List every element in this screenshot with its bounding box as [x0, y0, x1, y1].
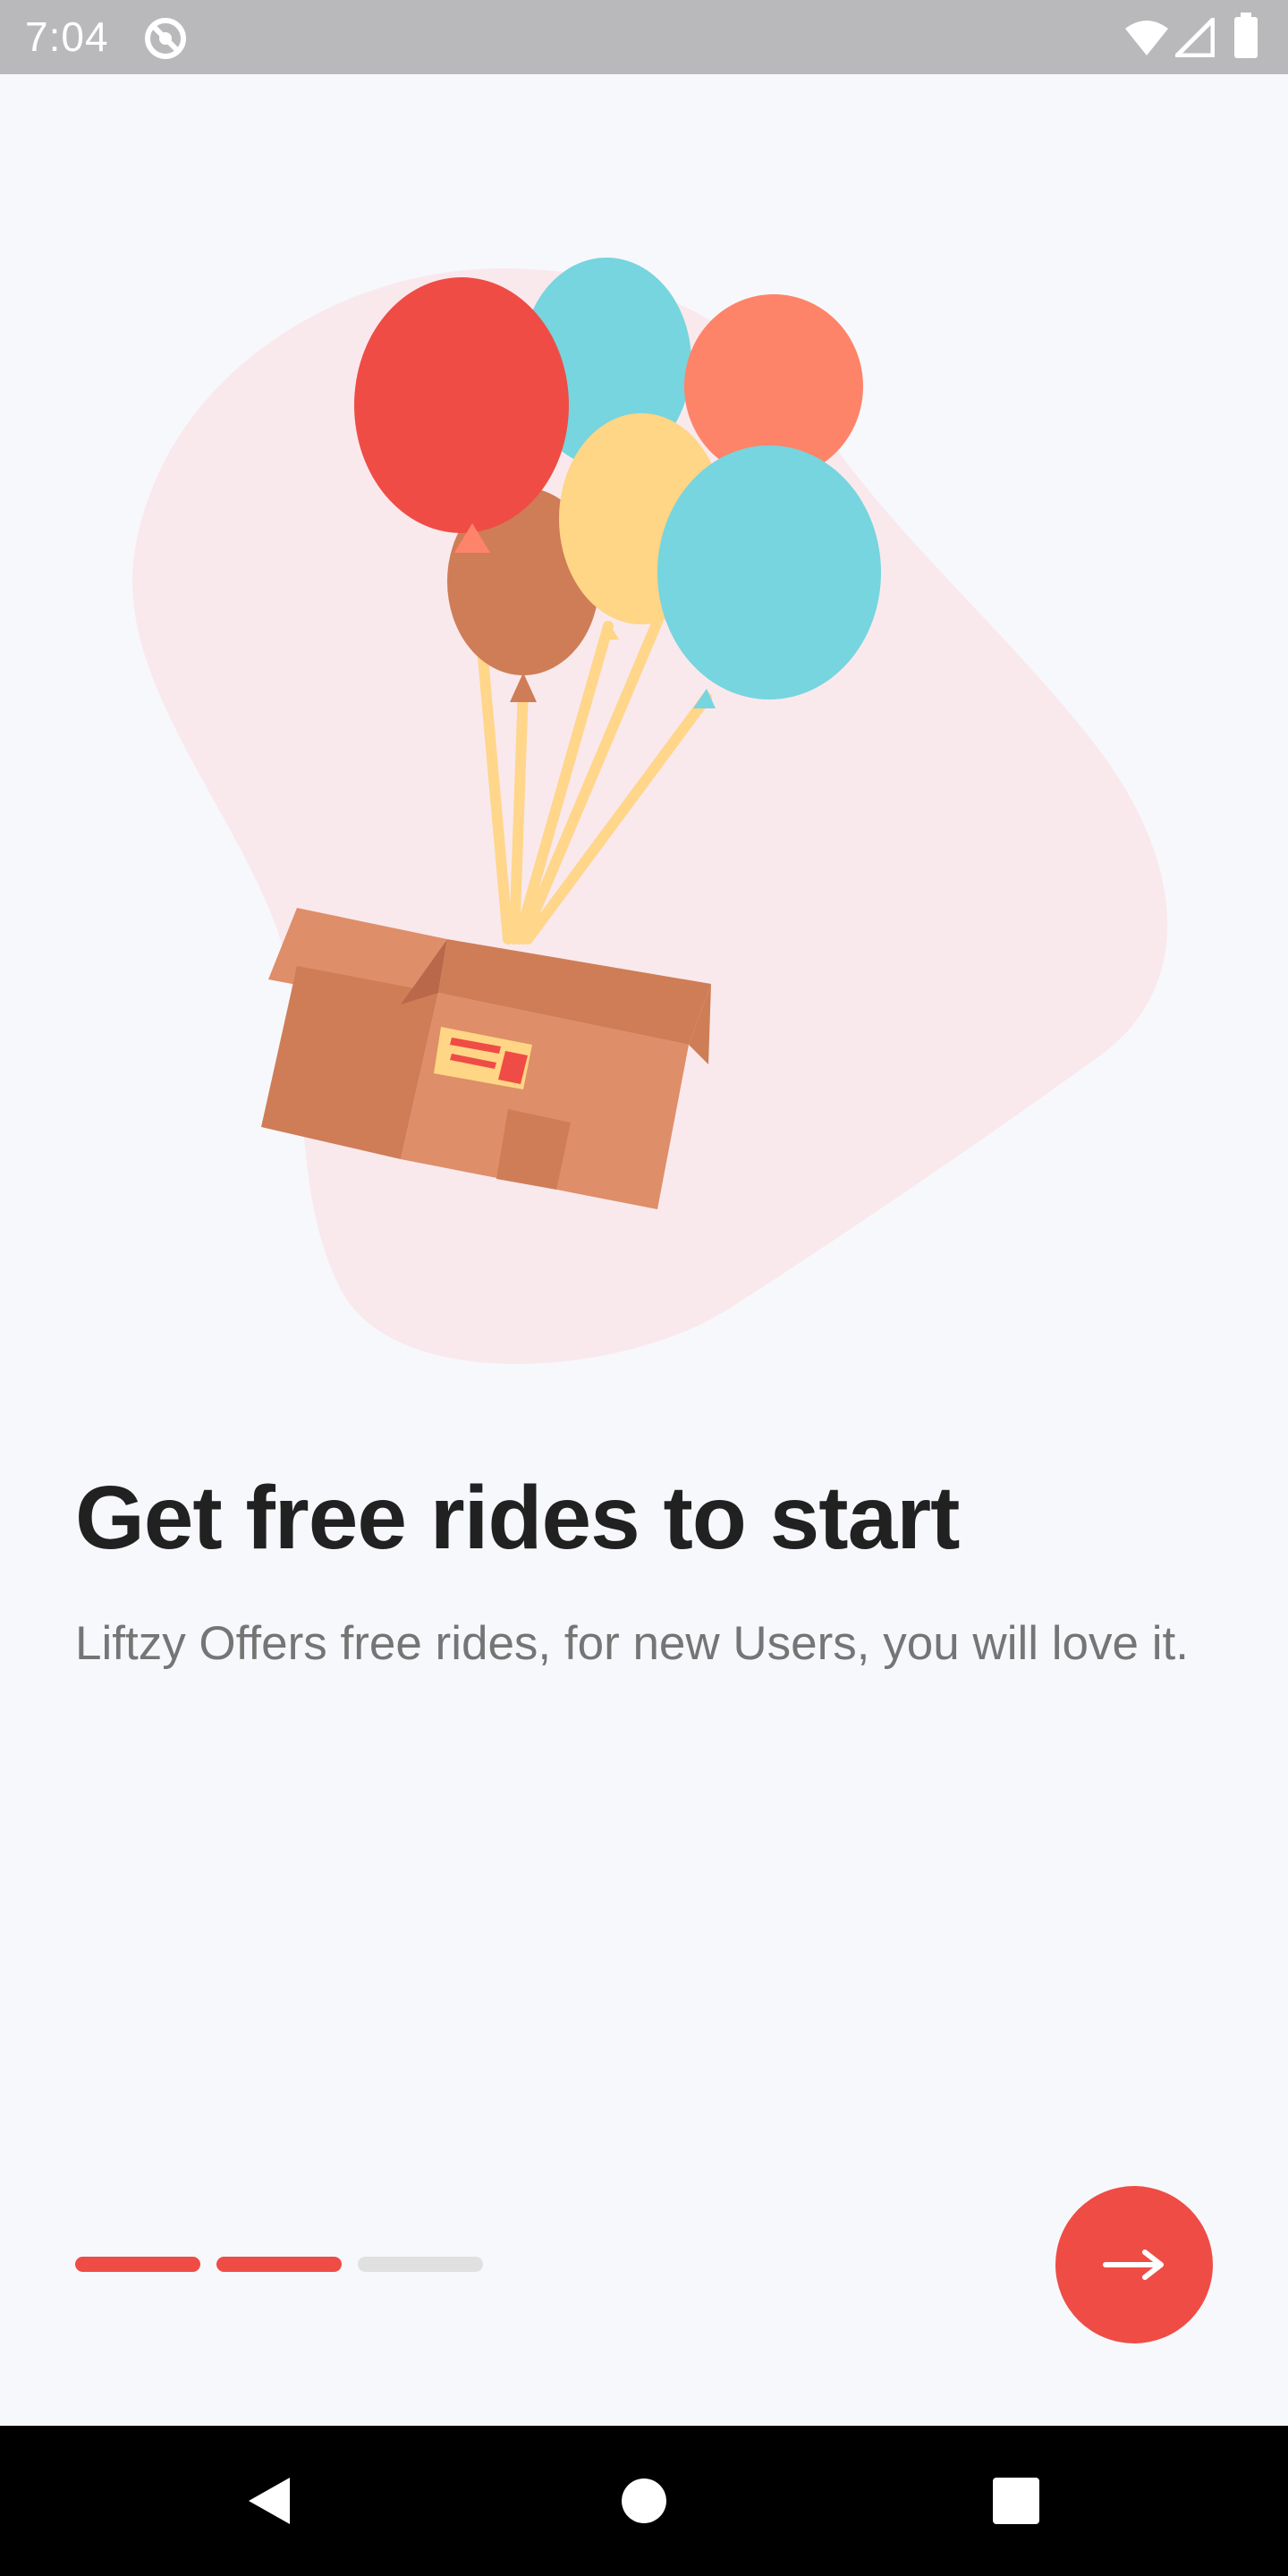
- home-circle-icon: [622, 2479, 666, 2523]
- next-button[interactable]: [1055, 2186, 1213, 2343]
- page-indicator-dot-2: [216, 2257, 342, 2272]
- nav-recents-button[interactable]: [941, 2426, 1091, 2576]
- wifi-icon: [1125, 21, 1168, 55]
- battery-icon: [1234, 13, 1258, 58]
- navigation-bar: [0, 2426, 1288, 2576]
- nav-home-button[interactable]: [569, 2426, 719, 2576]
- page-subtitle: Liftzy Offers free rides, for new Users,…: [75, 1617, 1189, 1670]
- back-triangle-icon: [249, 2478, 290, 2524]
- page-indicator-dot-1: [75, 2257, 200, 2272]
- page-indicator-dot-3: [358, 2257, 483, 2272]
- status-bar: 7:04: [0, 0, 1288, 74]
- page-indicator: [75, 2257, 483, 2272]
- sync-icon: [145, 18, 186, 59]
- page-title: Get free rides to start: [75, 1468, 960, 1568]
- status-time: 7:04: [25, 13, 109, 60]
- arrow-right-icon: [1103, 2250, 1164, 2280]
- cellular-signal-icon: [1175, 18, 1215, 57]
- balloons-box-illustration: [131, 258, 1168, 1364]
- recents-square-icon: [993, 2478, 1039, 2524]
- nav-back-button[interactable]: [193, 2426, 343, 2576]
